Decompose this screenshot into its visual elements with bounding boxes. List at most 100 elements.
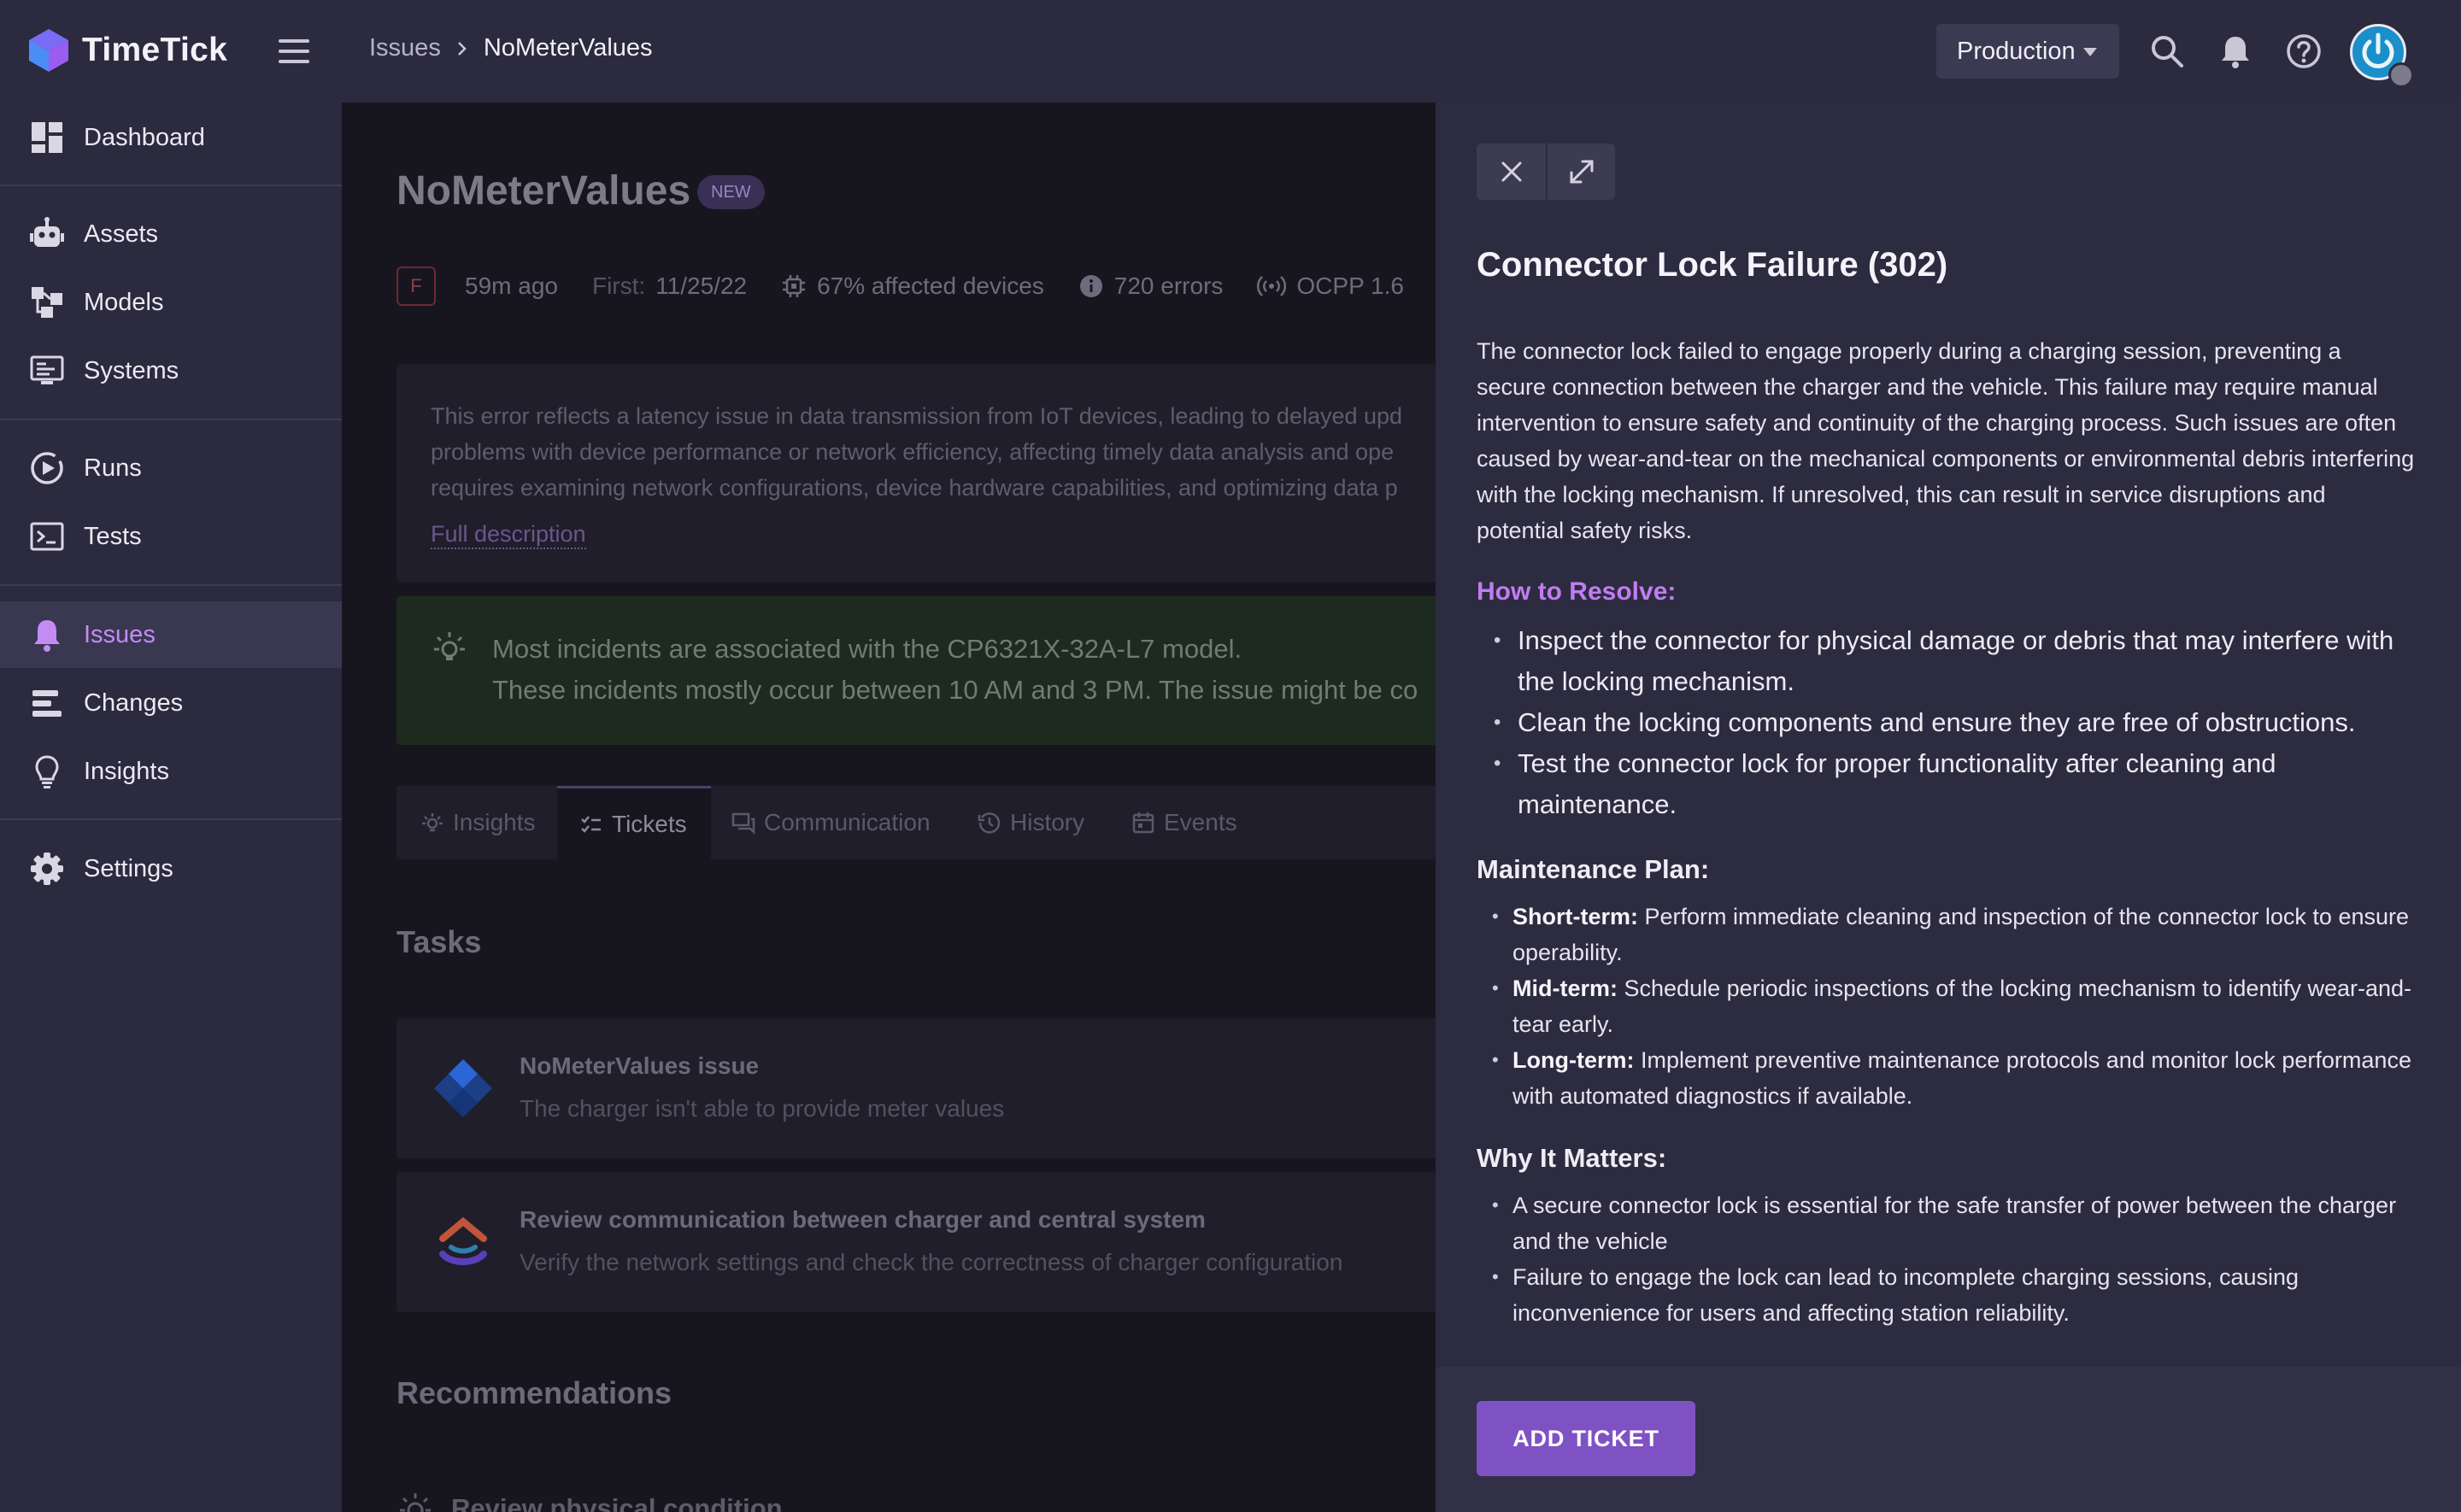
close-icon	[1501, 161, 1521, 182]
sidebar-item-tests[interactable]: Tests	[0, 503, 342, 570]
expand-button[interactable]	[1546, 144, 1615, 200]
info-icon	[1079, 275, 1102, 297]
search-icon[interactable]	[2148, 32, 2186, 70]
sidebar-item-label: Tests	[84, 522, 142, 550]
sidebar-item-settings[interactable]: Settings	[0, 835, 342, 902]
plan-item: Long-term: Implement preventive maintena…	[1477, 1042, 2417, 1114]
why-item: Failure to engage the lock can lead to i…	[1477, 1259, 2417, 1331]
full-description-link[interactable]: Full description	[431, 521, 586, 549]
environment-select[interactable]: Production	[1936, 24, 2119, 79]
drawer-title: Connector Lock Failure (302)	[1477, 246, 1948, 284]
insight-line: These incidents mostly occur between 10 …	[492, 675, 1418, 705]
app-name: TimeTick	[82, 32, 228, 68]
affected-devices-value: 67% affected devices	[817, 273, 1044, 299]
clickup-icon	[439, 1216, 487, 1265]
sidebar-item-label: Assets	[84, 220, 159, 248]
sidebar-item-label: Dashboard	[84, 123, 205, 151]
sidebar-item-issues[interactable]: Issues	[0, 601, 342, 668]
help-icon[interactable]	[2285, 32, 2323, 70]
maintenance-plan-heading: Maintenance Plan:	[1477, 854, 1710, 884]
task-card[interactable]: NoMeterValues issue The charger isn't ab…	[396, 1018, 1436, 1158]
tab-label: History	[1010, 809, 1085, 835]
lightbulb-rays-icon	[434, 632, 465, 660]
resolve-step: Test the connector lock for proper funct…	[1477, 743, 2417, 825]
status-badge: NEW	[697, 175, 765, 209]
bell-icon	[34, 620, 60, 652]
close-button[interactable]	[1477, 144, 1546, 200]
maintenance-plan-list: Short-term: Perform immediate cleaning a…	[1477, 899, 2417, 1114]
tab-history[interactable]: History	[978, 786, 1084, 859]
terminal-icon	[30, 522, 64, 551]
issue-meta-row: F 59m ago First: 11/25/22 67% affected d…	[396, 267, 1404, 306]
description-line: problems with device performance or netw…	[431, 439, 1395, 465]
robot-icon	[30, 217, 64, 247]
sidebar-item-changes[interactable]: Changes	[0, 670, 342, 736]
sidebar-item-runs[interactable]: Runs	[0, 435, 342, 501]
insight-banner: Most incidents are associated with the C…	[396, 596, 1436, 745]
task-title: Review communication between charger and…	[520, 1206, 1206, 1233]
sidebar-item-label: Insights	[84, 757, 169, 785]
sidebar-item-models[interactable]: Models	[0, 269, 342, 336]
resolve-steps: Inspect the connector for physical damag…	[1477, 620, 2417, 825]
description-line: requires examining network configuration…	[431, 475, 1398, 501]
drawer-actions	[1477, 144, 1615, 200]
add-ticket-button[interactable]: ADD TICKET	[1477, 1401, 1695, 1476]
insight-text: Most incidents are associated with the C…	[492, 629, 1418, 711]
tasks-title: Tasks	[396, 924, 482, 959]
issue-description: This error reflects a latency issue in d…	[396, 364, 1436, 583]
tab-insights[interactable]: Insights	[420, 786, 536, 859]
play-circle-icon	[31, 452, 63, 484]
breadcrumb-current: NoMeterValues	[483, 34, 653, 62]
first-seen-date: 11/25/22	[655, 273, 748, 299]
sidebar-item-systems[interactable]: Systems	[0, 337, 342, 404]
chip-icon	[783, 275, 806, 297]
sidebar-item-insights[interactable]: Insights	[0, 738, 342, 805]
top-bar: TimeTick Issues NoMeterValues Production	[0, 0, 2461, 103]
error-count: 720 errors	[1078, 273, 1224, 300]
models-icon	[32, 287, 62, 318]
communication-tab-icon	[731, 812, 755, 835]
protocol-value: OCPP 1.6	[1296, 273, 1404, 299]
breadcrumb-issues-link[interactable]: Issues	[369, 34, 441, 62]
caret-down-icon	[2083, 48, 2097, 56]
sidebar-item-label: Systems	[84, 356, 179, 384]
tab-communication[interactable]: Communication	[731, 786, 931, 859]
app-logo[interactable]: TimeTick	[27, 27, 227, 73]
tab-events[interactable]: Events	[1131, 786, 1237, 859]
tickets-tab-icon	[581, 815, 601, 833]
sidebar-item-dashboard[interactable]: Dashboard	[0, 104, 342, 171]
breadcrumb: Issues NoMeterValues	[369, 34, 653, 62]
resolve-heading: How to Resolve:	[1477, 577, 1677, 606]
error-description: The connector lock failed to engage prop…	[1477, 338, 2415, 543]
tab-tickets[interactable]: Tickets	[557, 786, 711, 859]
history-tab-icon	[978, 812, 1001, 834]
recommendation-item[interactable]: Review physical condition	[396, 1490, 783, 1512]
dashboard-icon	[32, 122, 62, 153]
user-avatar[interactable]	[2350, 24, 2414, 88]
plan-term: Short-term:	[1512, 904, 1638, 929]
error-count-value: 720 errors	[1113, 273, 1224, 299]
error-detail-drawer: Connector Lock Failure (302) The connect…	[1436, 103, 2461, 1512]
insights-tab-icon	[422, 813, 443, 832]
task-subtitle: The charger isn't able to provide meter …	[520, 1095, 1005, 1122]
systems-icon	[30, 355, 64, 384]
tab-label: Communication	[764, 809, 931, 835]
resolve-step: Clean the locking components and ensure …	[1477, 702, 2417, 743]
why-it-matters-list: A secure connector lock is essential for…	[1477, 1187, 2417, 1331]
environment-value: Production	[1957, 37, 2076, 65]
sidebar-item-label: Issues	[84, 620, 156, 648]
task-card[interactable]: Review communication between charger and…	[396, 1172, 1436, 1312]
tab-label: Insights	[453, 809, 536, 835]
menu-icon[interactable]	[275, 36, 313, 67]
sidebar-item-label: Changes	[84, 689, 184, 717]
sidebar-divider	[0, 419, 342, 420]
lightbulb-icon	[35, 755, 59, 788]
plan-term: Long-term:	[1512, 1047, 1635, 1073]
tab-label: Events	[1164, 809, 1237, 835]
sidebar-item-label: Runs	[84, 454, 142, 482]
resolve-step: Inspect the connector for physical damag…	[1477, 620, 2417, 702]
sidebar-item-assets[interactable]: Assets	[0, 201, 342, 267]
issue-main-content: NoMeterValues NEW F 59m ago First: 11/25…	[342, 103, 1436, 1512]
notifications-bell-icon[interactable]	[2217, 32, 2254, 70]
issue-tabs: Insights Tickets Communication History E…	[396, 786, 1436, 859]
